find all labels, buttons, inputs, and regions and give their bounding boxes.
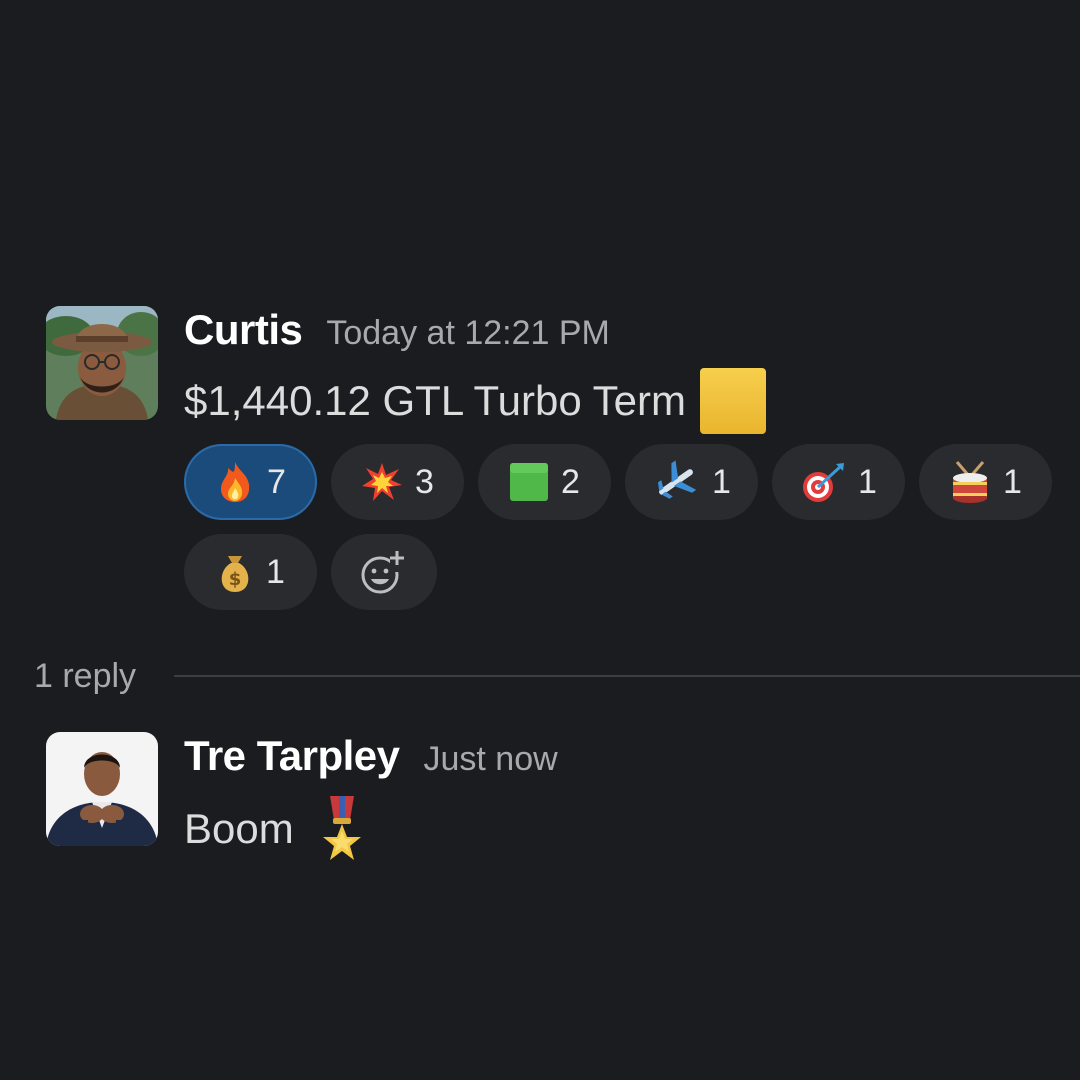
reaction-count: 2 <box>561 462 580 501</box>
airplane-icon <box>652 460 700 504</box>
reaction-count: 1 <box>712 462 731 501</box>
yellow-square-icon <box>699 368 766 434</box>
replies-count[interactable]: 1 reply <box>34 657 136 696</box>
avatar-curtis[interactable] <box>46 306 158 420</box>
message-text: $1,440.12 GTL Turbo Term <box>184 377 686 424</box>
reaction-count: 3 <box>415 462 434 501</box>
avatar-tre-tarpley[interactable] <box>46 732 158 846</box>
direct-hit-icon <box>800 461 846 503</box>
fire-icon <box>215 460 255 504</box>
drum-icon <box>949 460 991 504</box>
money-bag-icon: $ <box>216 550 254 594</box>
reaction-count: 1 <box>1003 462 1022 501</box>
author-name[interactable]: Tre Tarpley <box>184 732 400 780</box>
thread-view: Curtis Today at 12:21 PM $1,440.12 GTL T… <box>0 0 1080 1080</box>
message-timestamp[interactable]: Today at 12:21 PM <box>326 314 610 353</box>
reaction-direct-hit[interactable]: 1 <box>772 444 905 520</box>
reaction-collision[interactable]: 3 <box>331 444 464 520</box>
message-timestamp[interactable]: Just now <box>424 740 558 779</box>
thread-replies-divider: 1 reply <box>34 652 1080 700</box>
reaction-count: 1 <box>858 462 877 501</box>
reaction-count: 7 <box>267 462 286 501</box>
reaction-fire[interactable]: 7 <box>184 444 317 520</box>
reaction-count: 1 <box>266 552 285 591</box>
add-reaction-icon <box>358 548 410 596</box>
message-text: Boom <box>184 805 294 852</box>
reaction-airplane[interactable]: 1 <box>625 444 758 520</box>
reaction-green-square[interactable]: 2 <box>478 444 611 520</box>
svg-text:$: $ <box>229 569 242 590</box>
reaction-drum[interactable]: 1 <box>919 444 1052 520</box>
green-square-icon <box>509 462 549 502</box>
add-reaction-button[interactable] <box>331 534 437 610</box>
reaction-money-bag[interactable]: $ 1 <box>184 534 317 610</box>
collision-icon <box>361 461 403 503</box>
author-name[interactable]: Curtis <box>184 306 303 354</box>
divider <box>174 675 1080 677</box>
military-medal-icon <box>320 794 364 864</box>
reactions-bar: 7 3 2 1 1 1 $ 1 <box>184 444 1064 610</box>
